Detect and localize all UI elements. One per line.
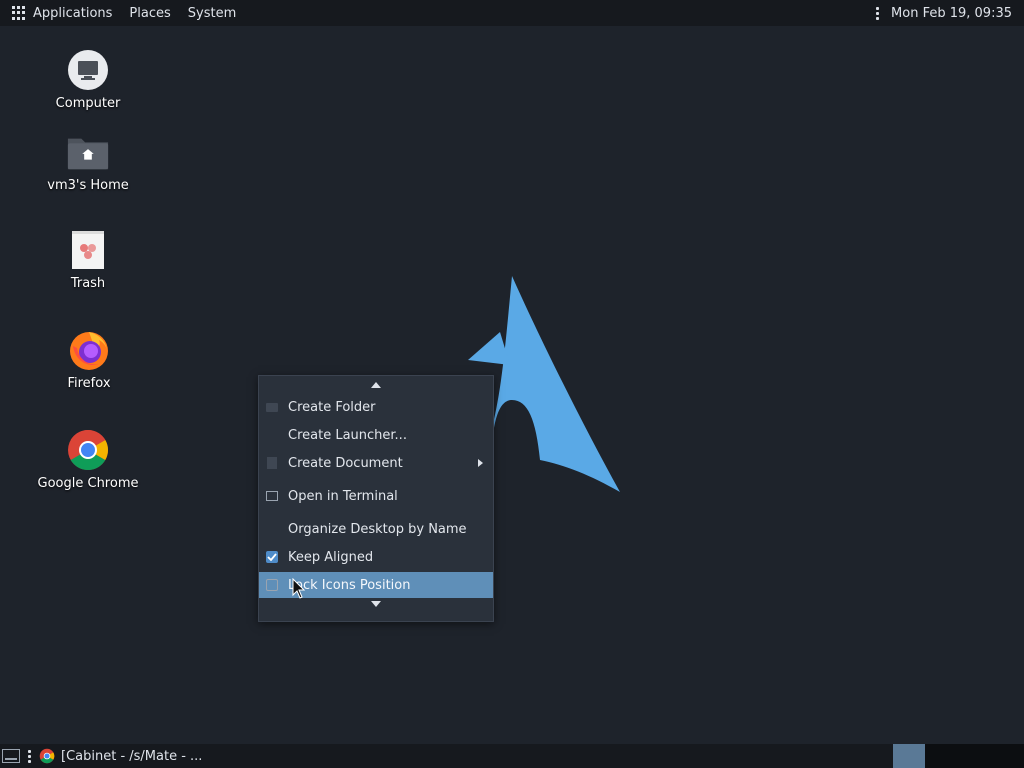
trash-icon (66, 228, 110, 272)
show-desktop-icon[interactable] (2, 749, 20, 763)
home-folder-icon (66, 130, 110, 174)
terminal-icon (265, 489, 279, 503)
desktop-icon-label: Google Chrome (37, 476, 139, 491)
desktop-icon-label: vm3's Home (47, 178, 129, 193)
applications-menu-label: Applications (33, 5, 113, 21)
places-menu[interactable]: Places (129, 6, 170, 21)
menu-item-label: Organize Desktop by Name (288, 521, 467, 537)
menu-item-create-document[interactable]: Create Document (259, 450, 493, 476)
chrome-icon (66, 428, 110, 472)
menu-item-label: Open in Terminal (288, 488, 398, 504)
lock-icons-checkbox[interactable] (265, 578, 279, 592)
clock[interactable]: Mon Feb 19, 09:35 (891, 6, 1012, 21)
panel-options-icon[interactable] (876, 6, 880, 20)
desktop-icon-home[interactable]: vm3's Home (28, 130, 148, 193)
scroll-down-arrow-icon[interactable] (259, 601, 493, 607)
desktop-icon-firefox[interactable]: Firefox (29, 328, 149, 391)
keep-aligned-checkbox[interactable] (265, 550, 279, 564)
menu-item-organize-desktop[interactable]: Organize Desktop by Name (259, 516, 493, 542)
menu-item-keep-aligned[interactable]: Keep Aligned (259, 544, 493, 570)
desktop-icon-label: Firefox (67, 376, 111, 391)
desktop-icon-computer[interactable]: Computer (28, 48, 148, 111)
chrome-taskbar-icon (39, 748, 55, 764)
menu-item-create-folder[interactable]: Create Folder (259, 394, 493, 420)
menu-item-label: Create Launcher... (288, 427, 407, 443)
mouse-cursor-icon (292, 578, 306, 599)
desktop-icon-label: Computer (55, 96, 121, 111)
workspace-1[interactable] (893, 744, 925, 768)
menu-item-create-launcher[interactable]: Create Launcher... (259, 422, 493, 448)
desktop-icon-chrome[interactable]: Google Chrome (28, 428, 148, 491)
desktop-icon-label: Trash (70, 276, 106, 291)
scroll-up-arrow-icon[interactable] (259, 382, 493, 388)
system-menu[interactable]: System (188, 6, 236, 21)
submenu-arrow-icon (478, 459, 483, 467)
bottom-panel: [Cabinet - /s/Mate - ... (0, 744, 1024, 768)
menu-item-label: Create Folder (288, 399, 376, 415)
menu-item-label: Create Document (288, 455, 403, 471)
taskbar-window-button[interactable]: [Cabinet - /s/Mate - ... (39, 748, 202, 764)
panel-handle-icon[interactable] (28, 749, 31, 763)
document-icon (265, 456, 279, 470)
menu-item-open-terminal[interactable]: Open in Terminal (259, 483, 493, 509)
taskbar-window-label: [Cabinet - /s/Mate - ... (61, 748, 203, 764)
firefox-icon (67, 328, 111, 372)
menu-item-label: Lock Icons Position (288, 577, 411, 593)
desktop-icon-trash[interactable]: Trash (28, 228, 148, 291)
app-grid-icon (12, 6, 26, 20)
workspace-2[interactable] (925, 744, 1024, 768)
folder-icon (265, 400, 279, 414)
computer-icon (66, 48, 110, 92)
applications-menu[interactable]: Applications (12, 6, 112, 21)
menu-item-label: Keep Aligned (288, 549, 374, 565)
top-panel: Applications Places System Mon Feb 19, 0… (0, 0, 1024, 26)
